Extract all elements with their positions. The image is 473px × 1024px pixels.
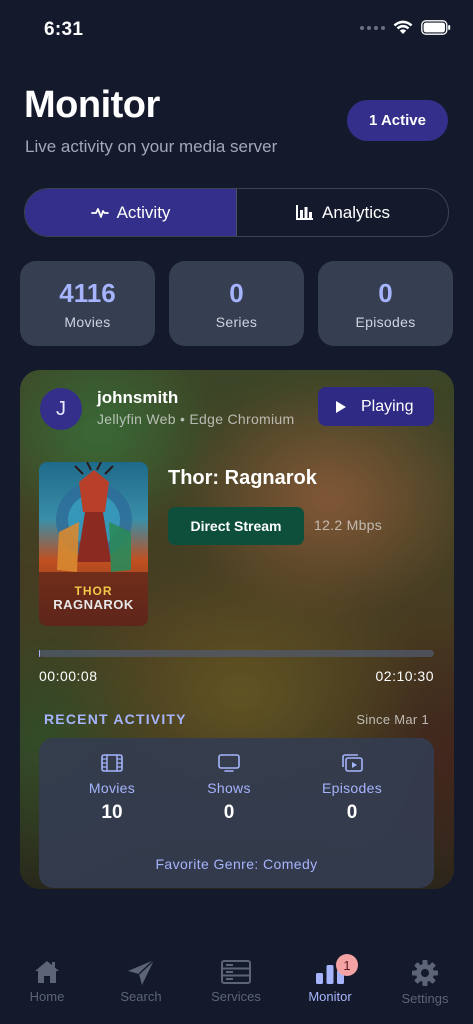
recent-episodes-count: 0 (346, 802, 358, 823)
movie-title: Thor: Ragnarok (168, 467, 317, 489)
recent-activity-summary: Movies 10 Shows 0 Episodes 0 Favorite Ge… (39, 738, 434, 888)
play-icon (336, 400, 346, 413)
bar-chart-icon (295, 205, 313, 220)
tab-analytics-label: Analytics (321, 202, 391, 222)
tab-search[interactable]: Search (94, 959, 188, 1004)
active-count-badge[interactable]: 1 Active (347, 100, 448, 141)
playing-label: Playing (361, 397, 414, 415)
poster-title-ragnarok: RAGNAROK (53, 597, 134, 612)
tab-settings[interactable]: Settings (378, 959, 472, 1006)
stat-card-episodes[interactable]: 0 Episodes (318, 261, 453, 346)
playing-button[interactable]: Playing (318, 387, 434, 426)
bottom-tab-bar: Home Search Services 1 Monitor Settings (0, 945, 473, 1024)
recent-shows-count: 0 (223, 802, 235, 823)
tab-activity[interactable]: Activity (25, 189, 237, 236)
recent-movies: Movies 10 (52, 754, 172, 824)
session-client: Jellyfin Web • Edge Chromium (97, 411, 295, 427)
stat-label: Episodes (355, 314, 416, 330)
tab-activity-label: Activity (116, 202, 171, 222)
stat-value: 0 (229, 278, 244, 308)
tab-search-label: Search (120, 989, 162, 1004)
tab-settings-label: Settings (401, 991, 449, 1006)
stat-label: Movies (64, 314, 111, 330)
home-icon (35, 961, 59, 983)
session-username: johnsmith (97, 388, 179, 407)
server-icon (221, 960, 251, 984)
recent-movies-label: Movies (88, 780, 136, 796)
status-bar: 6:31 (0, 0, 473, 60)
status-icons (360, 20, 451, 35)
poster-title-thor: THOR (74, 584, 113, 598)
avatar: J (40, 388, 82, 430)
page-subtitle: Live activity on your media server (25, 137, 278, 156)
monitor-count-badge: 1 (336, 954, 358, 976)
bitrate: 12.2 Mbps (314, 517, 383, 533)
recent-episodes: Episodes 0 (292, 754, 412, 824)
pulse-icon (90, 207, 109, 218)
wifi-icon (393, 20, 413, 34)
tab-services-label: Services (211, 989, 261, 1004)
view-switcher: Activity Analytics (24, 188, 449, 237)
playback-position: 00:00:08 (39, 668, 98, 684)
recent-activity-since: Since Mar 1 (356, 712, 429, 727)
stat-value: 0 (378, 278, 393, 308)
tab-monitor[interactable]: 1 Monitor (283, 954, 377, 1004)
signal-icon (360, 25, 385, 30)
status-time: 6:31 (44, 19, 84, 40)
stat-card-series[interactable]: 0 Series (169, 261, 304, 346)
recent-shows-label: Shows (207, 780, 251, 796)
page-title: Monitor (24, 84, 160, 126)
stream-type-badge: Direct Stream (168, 507, 304, 545)
favorite-genre: Favorite Genre: Comedy (155, 856, 318, 872)
recent-shows: Shows 0 (169, 754, 289, 824)
search-icon (128, 959, 155, 985)
recent-activity-heading: RECENT ACTIVITY (44, 711, 187, 727)
recent-episodes-label: Episodes (322, 780, 382, 796)
session-card[interactable]: J johnsmith Jellyfin Web • Edge Chromium… (20, 370, 454, 889)
movie-poster[interactable]: THOR RAGNAROK (39, 462, 148, 626)
playback-progress-bar (39, 650, 434, 657)
playback-duration: 02:10:30 (375, 668, 434, 684)
film-icon (101, 754, 123, 772)
tab-home[interactable]: Home (0, 959, 94, 1004)
tab-monitor-label: Monitor (308, 989, 352, 1004)
tab-services[interactable]: Services (189, 959, 283, 1004)
tab-analytics[interactable]: Analytics (237, 189, 448, 236)
tv-icon (218, 754, 240, 772)
stat-card-movies[interactable]: 4116 Movies (20, 261, 155, 346)
recent-movies-count: 10 (101, 802, 123, 823)
stat-label: Series (215, 314, 258, 330)
episodes-icon (342, 754, 363, 772)
gear-icon (412, 960, 438, 986)
tab-home-label: Home (29, 989, 65, 1004)
stat-value: 4116 (59, 278, 116, 308)
battery-icon (421, 20, 451, 35)
